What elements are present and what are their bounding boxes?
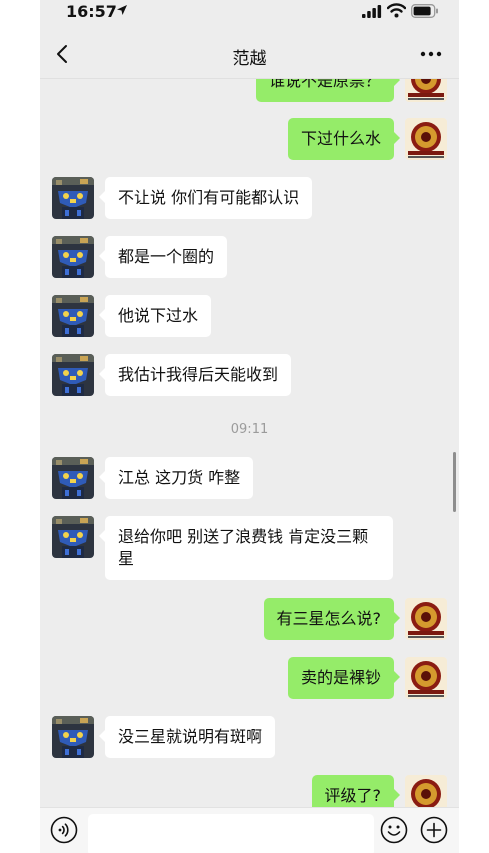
message-bubble[interactable]: 下过什么水 — [287, 118, 401, 160]
message-bubble[interactable]: 我估计我得后天能收到 — [98, 354, 292, 396]
message-bubble[interactable]: 退给你吧 别送了浪费钱 肯定没三颗星 — [99, 516, 393, 580]
message-bubble[interactable]: 他说下过水 — [98, 295, 212, 337]
status-bar: 16:57 — [40, 0, 459, 24]
avatar-self[interactable] — [405, 118, 447, 160]
voice-icon[interactable] — [50, 816, 78, 844]
cellular-signal-icon — [362, 5, 382, 18]
chat-area[interactable]: 谁说不是原票？ 下过什么水 不让说 你们有可能都认识 都是一个圈的 他说下过水 … — [40, 78, 459, 807]
emoji-icon[interactable] — [380, 816, 408, 844]
message-bubble[interactable]: 卖的是裸钞 — [287, 657, 401, 699]
avatar-self[interactable] — [405, 657, 447, 699]
location-arrow-icon — [117, 5, 127, 15]
avatar-self[interactable] — [405, 78, 447, 102]
timestamp: 09:11 — [230, 422, 269, 437]
avatar-contact[interactable] — [52, 457, 94, 499]
scrollbar[interactable] — [453, 452, 456, 512]
message-bubble[interactable]: 江总 这刀货 咋整 — [98, 457, 254, 499]
avatar-contact[interactable] — [52, 354, 94, 396]
message-bubble[interactable]: 评级了? — [311, 775, 400, 807]
nav-bar: 范越 — [40, 30, 459, 79]
avatar-self[interactable] — [405, 775, 447, 807]
input-bar — [40, 807, 459, 853]
plus-icon[interactable] — [420, 816, 448, 844]
message-bubble[interactable]: 没三星就说明有斑啊 — [98, 716, 276, 758]
more-dots-icon[interactable] — [418, 42, 444, 66]
phone-screen: 16:57 范越 谁说不是原票？ 下过什么水 不让说 你们有可能都认识 都是一个… — [40, 0, 459, 853]
chat-title: 范越 — [232, 49, 267, 69]
message-input[interactable] — [88, 814, 374, 853]
battery-icon — [411, 4, 438, 18]
message-bubble[interactable]: 不让说 你们有可能都认识 — [98, 177, 313, 219]
message-bubble[interactable]: 谁说不是原票？ — [255, 78, 401, 102]
status-time: 16:57 — [66, 2, 117, 21]
wifi-icon — [387, 3, 406, 18]
avatar-contact[interactable] — [52, 295, 94, 337]
message-bubble[interactable]: 都是一个圈的 — [98, 236, 228, 278]
avatar-self[interactable] — [405, 598, 447, 640]
avatar-contact[interactable] — [52, 516, 94, 558]
avatar-contact[interactable] — [52, 236, 94, 278]
message-bubble[interactable]: 有三星怎么说? — [263, 598, 400, 640]
avatar-contact[interactable] — [52, 716, 94, 758]
avatar-contact[interactable] — [52, 177, 94, 219]
